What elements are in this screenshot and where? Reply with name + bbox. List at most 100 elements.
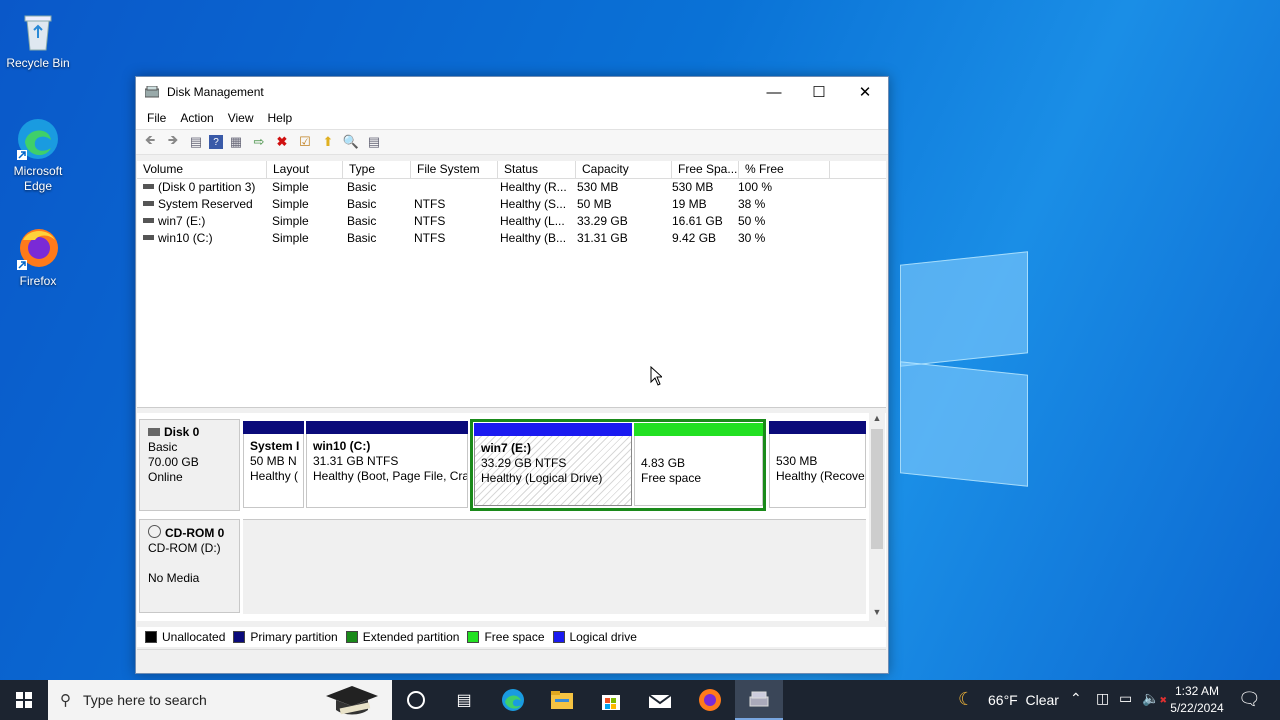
legend: Unallocated Primary partition Extended p… [137, 627, 886, 647]
properties-icon[interactable]: ▦ [226, 133, 246, 151]
desktop-icon-edge[interactable]: Microsoft Edge [0, 116, 76, 194]
scroll-up-icon[interactable]: ▲ [869, 413, 885, 427]
clock[interactable]: 1:32 AM 5/22/2024 [1162, 683, 1232, 717]
menu-file[interactable]: File [140, 111, 173, 125]
chevron-up-icon[interactable]: ⌃ [1070, 690, 1082, 707]
search-placeholder: Type here to search [83, 692, 207, 708]
taskbar-mail[interactable] [636, 680, 684, 720]
cdrom-name: CD-ROM 0 [165, 526, 225, 540]
desktop-icon-label: Firefox [19, 274, 57, 288]
start-button[interactable] [0, 680, 48, 720]
desktop-icon-recycle-bin[interactable]: Recycle Bin [0, 8, 76, 71]
cell-type: Basic [347, 214, 377, 228]
disk-panel-scrollbar[interactable]: ▲ ▼ [869, 413, 885, 621]
partition-size: 33.29 GB NTFS [481, 456, 567, 470]
weather-icon[interactable]: ☾ [958, 689, 974, 710]
check-icon[interactable]: ☑ [295, 133, 315, 151]
cell-capacity: 33.29 GB [577, 214, 628, 228]
minimize-button[interactable]: — [751, 77, 797, 107]
legend-swatch-primary [233, 631, 246, 643]
cell-percent-free: 50 % [738, 214, 766, 228]
column-header-file-system[interactable]: File System [411, 161, 498, 178]
taskbar-firefox[interactable] [686, 680, 734, 720]
partition-title [641, 441, 762, 456]
cell-file-system: NTFS [414, 214, 446, 228]
maximize-button[interactable]: ☐ [796, 77, 842, 107]
window-title: Disk Management [167, 85, 264, 99]
help-icon[interactable]: ? [209, 135, 223, 149]
app-icon [144, 85, 160, 98]
delete-icon[interactable]: ✖ [272, 133, 292, 151]
cell-type: Basic [347, 180, 377, 194]
volume-icon [143, 184, 154, 189]
notification-icon[interactable]: 🗨 [1238, 689, 1261, 710]
partition-recovery[interactable]: 530 MB Healthy (Recove [769, 421, 866, 509]
folder-up-icon[interactable]: ⬆ [318, 133, 338, 151]
column-header-layout[interactable]: Layout [267, 161, 343, 178]
taskbar-edge[interactable] [489, 680, 537, 720]
partition-win7[interactable]: win7 (E:) 33.29 GB NTFS Healthy (Logical D… [474, 423, 632, 507]
partition-bar [306, 421, 468, 434]
volume-icon [143, 218, 154, 223]
disk-icon [148, 428, 160, 436]
disk-management-window: Disk Management — ☐ ✕ File Action View H… [135, 76, 889, 674]
partition-bar [634, 423, 763, 436]
column-header-capacity[interactable]: Capacity [576, 161, 672, 178]
windows-logo-icon [16, 692, 32, 708]
close-button[interactable]: ✕ [842, 77, 888, 107]
toolbar: 🡸 🡺 ▤ ? ▦ ⇨ ✖ ☑ ⬆ 🔍 ▤ [136, 129, 888, 155]
menu-help[interactable]: Help [261, 111, 300, 125]
disk-size: 70.00 GB [148, 455, 199, 469]
mouse-cursor-icon [650, 365, 664, 389]
console-tree-icon[interactable]: ▤ [186, 133, 206, 151]
partition-system-reserved[interactable]: System I 50 MB N Healthy ( [243, 421, 304, 509]
cortana-button[interactable] [392, 680, 440, 720]
weather-text[interactable]: 66°F Clear [988, 692, 1059, 708]
menu-view[interactable]: View [221, 111, 261, 125]
table-row[interactable]: (Disk 0 partition 3) Simple Basic Healthy (… [137, 179, 886, 196]
disk-name: Disk 0 [164, 425, 200, 439]
list-view-icon[interactable]: ▤ [364, 133, 384, 151]
task-view-button[interactable]: ▤ [440, 680, 488, 720]
cdrom-0-label[interactable]: CD-ROM 0 CD-ROM (D:) No Media [139, 519, 240, 613]
wallpaper-window-pane [900, 251, 1028, 367]
connect-icon[interactable]: ⇨ [249, 133, 269, 151]
cell-file-system: NTFS [414, 197, 446, 211]
back-icon[interactable]: 🡸 [140, 132, 160, 151]
taskbar-store[interactable] [587, 680, 635, 720]
partition-size: 530 MB [776, 454, 818, 468]
menu-action[interactable]: Action [173, 111, 220, 125]
table-row[interactable]: win10 (C:) Simple Basic NTFS Healthy (B... 31… [137, 230, 886, 247]
column-header-status[interactable]: Status [498, 161, 576, 178]
column-header-free-space[interactable]: Free Spa... [672, 161, 739, 178]
disk-map-panel: Disk 0 Basic 70.00 GB Online CD-ROM 0 CD… [137, 413, 886, 621]
cell-capacity: 31.31 GB [577, 231, 628, 245]
table-row[interactable]: System Reserved Simple Basic NTFS Healthy (S… [137, 196, 886, 213]
partition-win10[interactable]: win10 (C:) 31.31 GB NTFS Healthy (Boot, Pa… [306, 421, 468, 509]
taskbar-file-explorer[interactable] [538, 680, 586, 720]
scroll-down-icon[interactable]: ▼ [869, 607, 885, 621]
partition-free-space[interactable]: 4.83 GB Free space [634, 423, 763, 507]
table-row[interactable]: win7 (E:) Simple Basic NTFS Healthy (L... 33.… [137, 213, 886, 230]
cell-percent-free: 30 % [738, 231, 766, 245]
column-header-volume[interactable]: Volume [137, 161, 267, 178]
column-header-type[interactable]: Type [343, 161, 411, 178]
scroll-thumb[interactable] [871, 429, 883, 549]
forward-icon[interactable]: 🡺 [163, 132, 183, 151]
search-folder-icon[interactable]: 🔍 [341, 133, 361, 151]
network-icon[interactable]: ◫ [1096, 690, 1109, 707]
cell-volume: win7 (E:) [158, 214, 206, 228]
partition-bar [769, 421, 866, 434]
legend-swatch-logical [552, 631, 565, 643]
title-bar[interactable]: Disk Management — ☐ ✕ [136, 77, 888, 107]
taskbar-disk-management[interactable] [735, 680, 783, 720]
column-header-percent-free[interactable]: % Free [739, 161, 830, 178]
menu-bar: File Action View Help [136, 107, 888, 129]
display-icon[interactable]: ▭ [1119, 690, 1132, 707]
cdrom-icon [148, 525, 161, 538]
wallpaper-window-pane [900, 361, 1028, 487]
legend-swatch-unallocated [145, 631, 157, 643]
disk-0-label[interactable]: Disk 0 Basic 70.00 GB Online [139, 419, 240, 511]
desktop-icon-firefox[interactable]: Firefox [0, 226, 76, 289]
taskbar-search-box[interactable]: ⚲ Type here to search [48, 680, 392, 720]
